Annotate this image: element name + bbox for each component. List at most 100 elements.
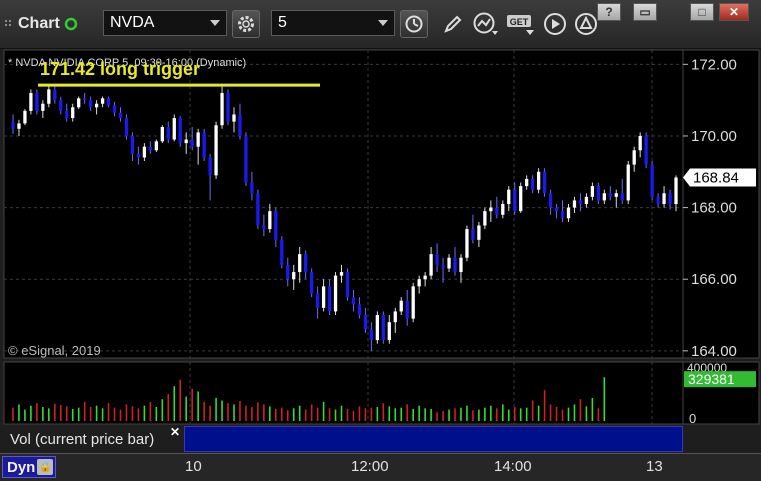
lock-icon[interactable]: 🔒 bbox=[37, 459, 54, 475]
candle-body bbox=[519, 186, 523, 212]
candle-body bbox=[501, 204, 505, 215]
price-chart[interactable]: 172.00170.00168.00166.00164.00* NVDA NVI… bbox=[0, 48, 761, 453]
play-button[interactable] bbox=[542, 10, 568, 38]
candle-body bbox=[668, 193, 672, 204]
studies-button[interactable] bbox=[473, 10, 499, 38]
candle-body bbox=[23, 110, 27, 124]
candle-body bbox=[465, 229, 469, 258]
chart-title-group: Chart bbox=[4, 12, 78, 36]
candle-body bbox=[292, 272, 296, 280]
help-icon: ? bbox=[605, 5, 613, 19]
interval-value: 5 bbox=[278, 14, 287, 31]
candle-body bbox=[262, 225, 266, 230]
candle-body bbox=[94, 103, 99, 108]
volume-label-bar bbox=[184, 426, 683, 452]
candle-body bbox=[411, 286, 415, 319]
x-tick-label: 12:00 bbox=[351, 458, 389, 475]
candle-body bbox=[566, 207, 571, 219]
settings-button[interactable] bbox=[232, 10, 260, 38]
interval-dropdown-icon[interactable] bbox=[378, 20, 388, 26]
candle-body bbox=[345, 272, 350, 298]
link-status-icon[interactable] bbox=[64, 17, 78, 31]
symbol-input[interactable]: NVDA bbox=[103, 10, 227, 36]
close-icon: ✕ bbox=[728, 5, 740, 19]
candle-body bbox=[214, 125, 218, 176]
draw-button[interactable] bbox=[440, 10, 466, 38]
interval-input[interactable]: 5 bbox=[271, 10, 395, 36]
candle-body bbox=[399, 300, 403, 312]
candle-body bbox=[160, 127, 164, 142]
candle-body bbox=[154, 141, 158, 151]
candle-body bbox=[106, 98, 111, 106]
trigger-annotation: 171.42 long trigger bbox=[40, 59, 200, 79]
candle-body bbox=[548, 193, 553, 208]
y-tick-label: 170.00 bbox=[691, 128, 737, 145]
alert-button[interactable] bbox=[573, 10, 599, 38]
candle-body bbox=[483, 211, 487, 226]
candle-body bbox=[142, 146, 147, 158]
candle-body bbox=[11, 121, 15, 129]
close-study-icon[interactable]: ✕ bbox=[170, 425, 180, 439]
candle-body bbox=[339, 272, 344, 276]
y-tick-label: 172.00 bbox=[691, 56, 737, 73]
restore-button[interactable]: ▭ bbox=[633, 3, 657, 21]
time-button[interactable] bbox=[400, 10, 428, 38]
candle-body bbox=[387, 322, 391, 341]
candle-body bbox=[333, 275, 338, 312]
volume-last-label: 329381 bbox=[688, 371, 735, 387]
candle-body bbox=[100, 98, 105, 104]
candle-body bbox=[118, 112, 123, 119]
candle-body bbox=[435, 254, 439, 265]
x-tick-label: 13 bbox=[646, 458, 663, 475]
maximize-button[interactable]: □ bbox=[690, 3, 714, 21]
candle-body bbox=[208, 157, 212, 176]
candle-body bbox=[226, 92, 230, 122]
candle-body bbox=[638, 135, 642, 151]
candle-body bbox=[77, 98, 81, 108]
candle-body bbox=[196, 132, 200, 147]
candle-body bbox=[656, 196, 660, 204]
candle-body bbox=[644, 135, 648, 165]
candle-body bbox=[321, 286, 326, 308]
candle-body bbox=[405, 300, 409, 319]
candle-body bbox=[626, 164, 630, 201]
line-chart-icon bbox=[473, 12, 498, 35]
candle-body bbox=[620, 193, 624, 201]
candle-body bbox=[632, 150, 636, 165]
candle-body bbox=[590, 186, 595, 197]
symbol-dropdown-icon[interactable] bbox=[210, 20, 220, 26]
x-tick-label: 10 bbox=[185, 458, 202, 475]
alert-icon bbox=[575, 13, 597, 35]
get-data-icon: GET bbox=[507, 15, 534, 35]
symbol-value: NVDA bbox=[110, 14, 155, 31]
candle-body bbox=[560, 211, 565, 219]
candle-body bbox=[17, 123, 21, 129]
dynamic-mode-label: Dyn bbox=[7, 458, 36, 476]
clock-icon bbox=[405, 15, 423, 33]
get-button[interactable]: GET bbox=[506, 10, 536, 38]
candle-body bbox=[166, 127, 170, 140]
help-button[interactable]: ? bbox=[597, 3, 621, 21]
dynamic-mode-button[interactable]: Dyn 🔒 bbox=[2, 456, 57, 478]
volume-study-label[interactable]: Vol (current price bar) bbox=[4, 426, 184, 452]
window-title: Chart bbox=[18, 15, 60, 32]
candle-body bbox=[184, 139, 188, 144]
candle-body bbox=[88, 100, 93, 108]
pencil-icon bbox=[444, 15, 462, 33]
candle-body bbox=[531, 178, 535, 190]
volume-zero-label: 0 bbox=[689, 411, 696, 426]
candle-body bbox=[572, 200, 577, 208]
candle-body bbox=[453, 257, 457, 273]
candle-body bbox=[471, 229, 475, 240]
candle-body bbox=[130, 135, 135, 154]
candle-body bbox=[459, 257, 463, 273]
y-tick-label: 168.00 bbox=[691, 200, 737, 217]
x-tick-label: 14:00 bbox=[494, 458, 532, 475]
candle-body bbox=[417, 279, 421, 287]
candle-body bbox=[495, 207, 499, 215]
close-button[interactable]: ✕ bbox=[719, 3, 749, 21]
candle-body bbox=[268, 211, 272, 230]
candle-body bbox=[477, 225, 481, 240]
candle-body bbox=[71, 107, 75, 119]
candle-body bbox=[232, 114, 236, 122]
